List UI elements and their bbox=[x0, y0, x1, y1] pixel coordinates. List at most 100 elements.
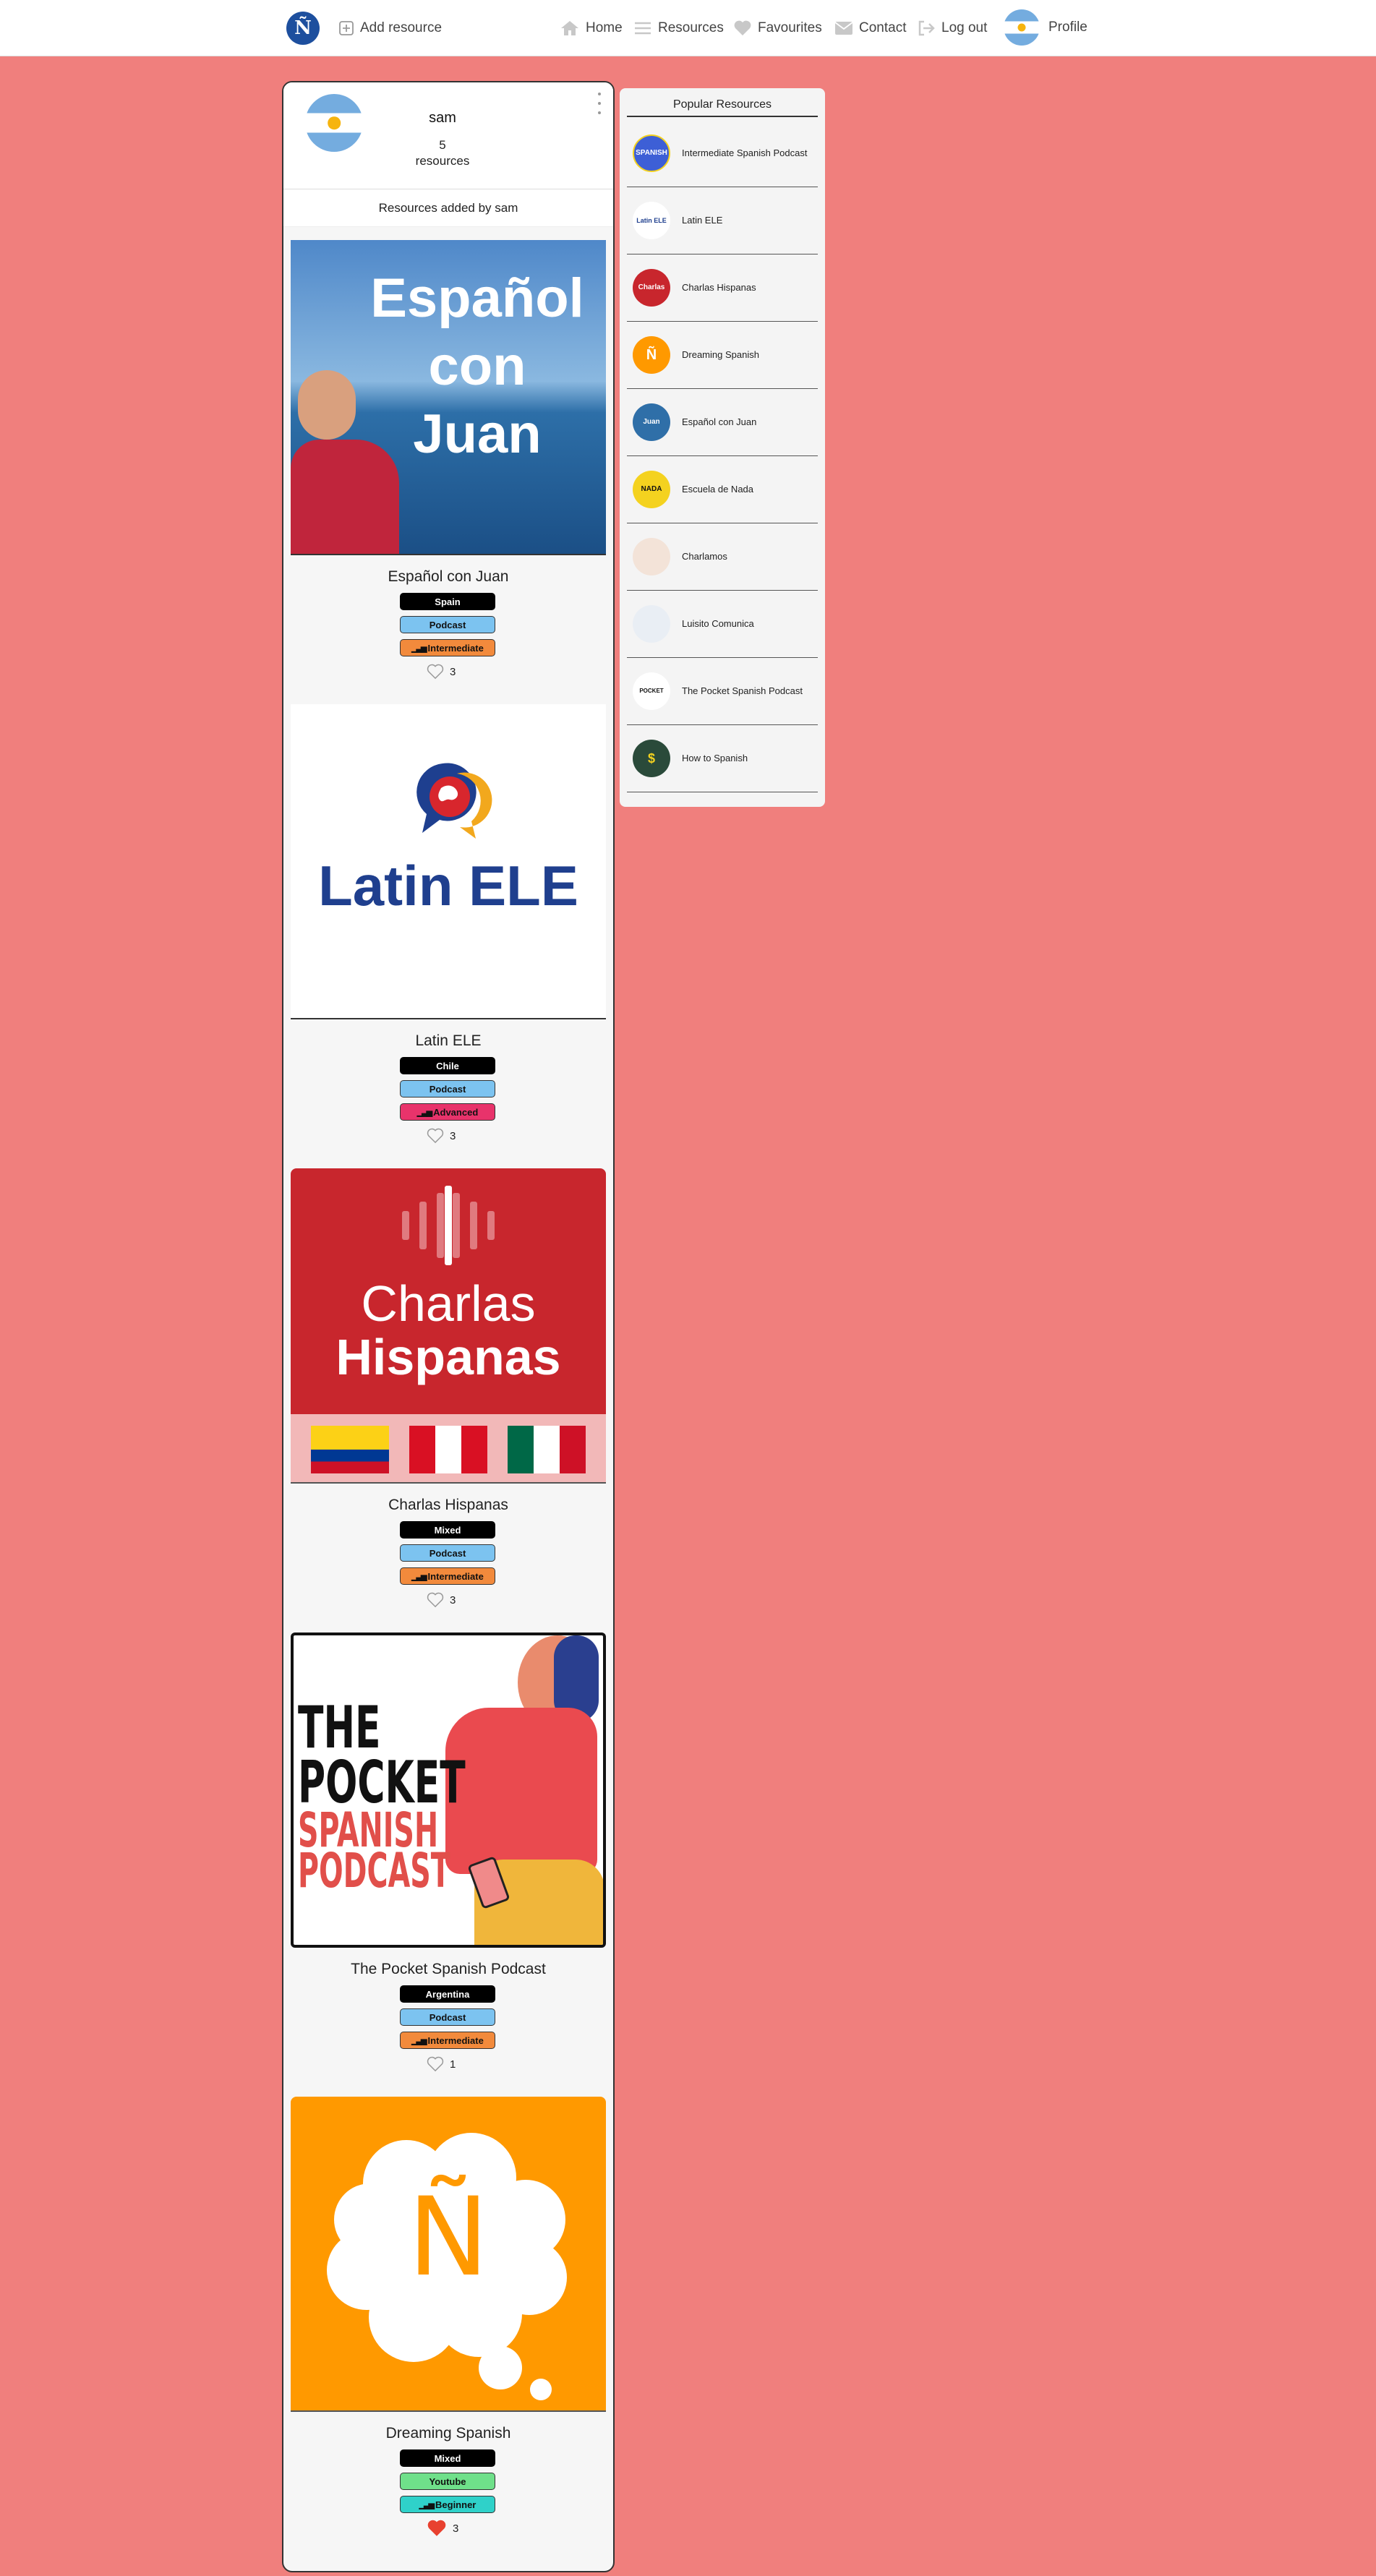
resource-title[interactable]: The Pocket Spanish Podcast bbox=[283, 1961, 613, 1978]
country-tag[interactable]: Mixed bbox=[400, 2449, 495, 2467]
like-button[interactable]: 3 bbox=[427, 664, 456, 680]
favourites-link[interactable]: Favourites bbox=[733, 19, 822, 38]
level-label: Beginner bbox=[435, 2499, 477, 2510]
type-tag[interactable]: Podcast bbox=[400, 1080, 495, 1097]
podcast-thumbnail: NADA bbox=[633, 471, 670, 508]
favourites-label: Favourites bbox=[758, 20, 822, 35]
popular-item[interactable]: POCKET The Pocket Spanish Podcast bbox=[627, 658, 818, 725]
navbar: Ñ Add resource Home Resources Favourites… bbox=[0, 0, 1376, 56]
add-resource-link[interactable]: Add resource bbox=[338, 19, 442, 38]
popular-item[interactable]: SPANISH Intermediate Spanish Podcast bbox=[627, 120, 818, 187]
heart-icon bbox=[734, 20, 751, 35]
section-title: Resources added by sam bbox=[283, 189, 613, 227]
resource-image-dreaming-spanish[interactable]: Ñ bbox=[291, 2097, 606, 2412]
profile-avatar bbox=[305, 94, 363, 152]
signal-bars-icon: ▁▃▅ bbox=[411, 1572, 427, 1581]
like-button[interactable]: 3 bbox=[427, 1592, 456, 1608]
list-icon bbox=[635, 22, 651, 35]
country-tag[interactable]: Argentina bbox=[400, 1985, 495, 2003]
popular-item[interactable]: Juan Español con Juan bbox=[627, 389, 818, 456]
heart-outline-icon bbox=[427, 1592, 444, 1608]
peru-flag-icon bbox=[409, 1426, 487, 1473]
resource-card[interactable]: Español con Juan Español con Juan Spain … bbox=[283, 227, 613, 691]
resource-card[interactable]: Ñ Dreaming Spanish Mixed Youtube ▁▃▅ Begi… bbox=[283, 2084, 613, 2548]
popular-item[interactable]: NADA Escuela de Nada bbox=[627, 456, 818, 523]
type-tag[interactable]: Podcast bbox=[400, 1544, 495, 1562]
resource-count-number: 5 bbox=[439, 138, 446, 152]
popular-item[interactable]: Luisito Comunica bbox=[627, 591, 818, 658]
kebab-menu-icon[interactable] bbox=[596, 93, 603, 114]
like-button[interactable]: 1 bbox=[427, 2056, 456, 2072]
resource-image-charlas-hispanas[interactable]: Charlas Hispanas bbox=[291, 1168, 606, 1484]
like-button[interactable]: 3 bbox=[427, 2520, 458, 2536]
level-label: Advanced bbox=[433, 1106, 479, 1118]
profile-link[interactable]: Profile bbox=[1004, 9, 1087, 46]
plus-square-icon bbox=[339, 21, 354, 35]
home-icon bbox=[561, 21, 578, 35]
level-tag[interactable]: ▁▃▅ Intermediate bbox=[400, 2032, 495, 2049]
profile-resource-count: 5 resources bbox=[385, 137, 500, 169]
image-text-line: THE bbox=[298, 1694, 381, 1761]
popular-item[interactable]: Ñ Dreaming Spanish bbox=[627, 322, 818, 389]
podcast-thumbnail: Latin ELE bbox=[633, 202, 670, 239]
country-tag[interactable]: Spain bbox=[400, 593, 495, 610]
image-text-line: PODCAST bbox=[298, 1843, 450, 1899]
resource-title[interactable]: Dreaming Spanish bbox=[283, 2425, 613, 2442]
popular-item[interactable]: Charlamos bbox=[627, 523, 818, 591]
resource-title[interactable]: Español con Juan bbox=[283, 568, 613, 586]
home-link[interactable]: Home bbox=[560, 19, 623, 38]
level-tag[interactable]: ▁▃▅ Intermediate bbox=[400, 639, 495, 656]
level-tag[interactable]: ▁▃▅ Beginner bbox=[400, 2496, 495, 2513]
envelope-icon bbox=[834, 22, 853, 35]
person-photo bbox=[291, 370, 399, 554]
resource-image-pocket-spanish-podcast[interactable]: THE POCKET SPANISH PODCAST bbox=[291, 1633, 606, 1948]
country-tag[interactable]: Chile bbox=[400, 1057, 495, 1074]
resource-card[interactable]: Latin ELE Latin ELE Chile Podcast ▁▃▅ Adv… bbox=[283, 691, 613, 1155]
level-label: Intermediate bbox=[427, 1570, 484, 1582]
like-count: 1 bbox=[450, 2058, 456, 2071]
resources-link[interactable]: Resources bbox=[633, 19, 724, 38]
level-tag[interactable]: ▁▃▅ Advanced bbox=[400, 1103, 495, 1121]
popular-item-name: Escuela de Nada bbox=[682, 484, 754, 495]
popular-item-name: Latin ELE bbox=[682, 215, 723, 226]
flags-strip bbox=[291, 1414, 606, 1484]
heart-filled-icon bbox=[427, 2520, 446, 2536]
resource-card[interactable]: THE POCKET SPANISH PODCAST The Pocket Sp… bbox=[283, 1619, 613, 2084]
level-label: Intermediate bbox=[427, 2034, 484, 2046]
signal-bars-icon: ▁▃▅ bbox=[411, 643, 427, 653]
resource-title[interactable]: Latin ELE bbox=[283, 1032, 613, 1050]
like-count: 3 bbox=[450, 1129, 456, 1142]
image-text-line: Hispanas bbox=[336, 1329, 561, 1385]
contact-link[interactable]: Contact bbox=[834, 19, 906, 38]
profile-username: sam bbox=[429, 110, 456, 126]
contact-label: Contact bbox=[859, 20, 907, 35]
popular-item[interactable]: Latin ELE Latin ELE bbox=[627, 187, 818, 254]
popular-resources-panel: Popular Resources SPANISH Intermediate S… bbox=[620, 88, 825, 807]
country-tag[interactable]: Mixed bbox=[400, 1521, 495, 1539]
type-tag[interactable]: Podcast bbox=[400, 2008, 495, 2026]
heart-outline-icon bbox=[427, 2056, 444, 2072]
resource-card[interactable]: Charlas Hispanas Charlas Hispanas Mixed … bbox=[283, 1155, 613, 1619]
popular-resources-title: Popular Resources bbox=[627, 95, 818, 117]
logo-icon[interactable]: Ñ bbox=[286, 12, 320, 45]
resource-image-latin-ele[interactable]: Latin ELE bbox=[291, 704, 606, 1019]
add-resource-label: Add resource bbox=[360, 20, 443, 35]
like-button[interactable]: 3 bbox=[427, 1128, 456, 1144]
resource-title[interactable]: Charlas Hispanas bbox=[283, 1497, 613, 1514]
image-text-line: Charlas bbox=[361, 1275, 536, 1332]
type-tag[interactable]: Youtube bbox=[400, 2473, 495, 2490]
popular-item-name: The Pocket Spanish Podcast bbox=[682, 685, 803, 696]
signal-bars-icon: ▁▃▅ bbox=[419, 2500, 435, 2509]
level-tag[interactable]: ▁▃▅ Intermediate bbox=[400, 1567, 495, 1585]
popular-item[interactable]: Charlas Charlas Hispanas bbox=[627, 254, 818, 322]
like-count: 3 bbox=[453, 2522, 459, 2535]
popular-item-name: Charlamos bbox=[682, 551, 727, 562]
popular-item[interactable]: $ How to Spanish bbox=[627, 725, 818, 792]
image-text-line: Ñ bbox=[407, 2175, 490, 2301]
popular-item-name: Español con Juan bbox=[682, 416, 757, 427]
type-tag[interactable]: Podcast bbox=[400, 616, 495, 633]
logout-link[interactable]: Log out bbox=[917, 19, 987, 38]
podcast-thumbnail: Juan bbox=[633, 403, 670, 441]
signal-bars-icon: ▁▃▅ bbox=[411, 2036, 427, 2045]
resource-image-espanol-con-juan[interactable]: Español con Juan bbox=[291, 240, 606, 555]
